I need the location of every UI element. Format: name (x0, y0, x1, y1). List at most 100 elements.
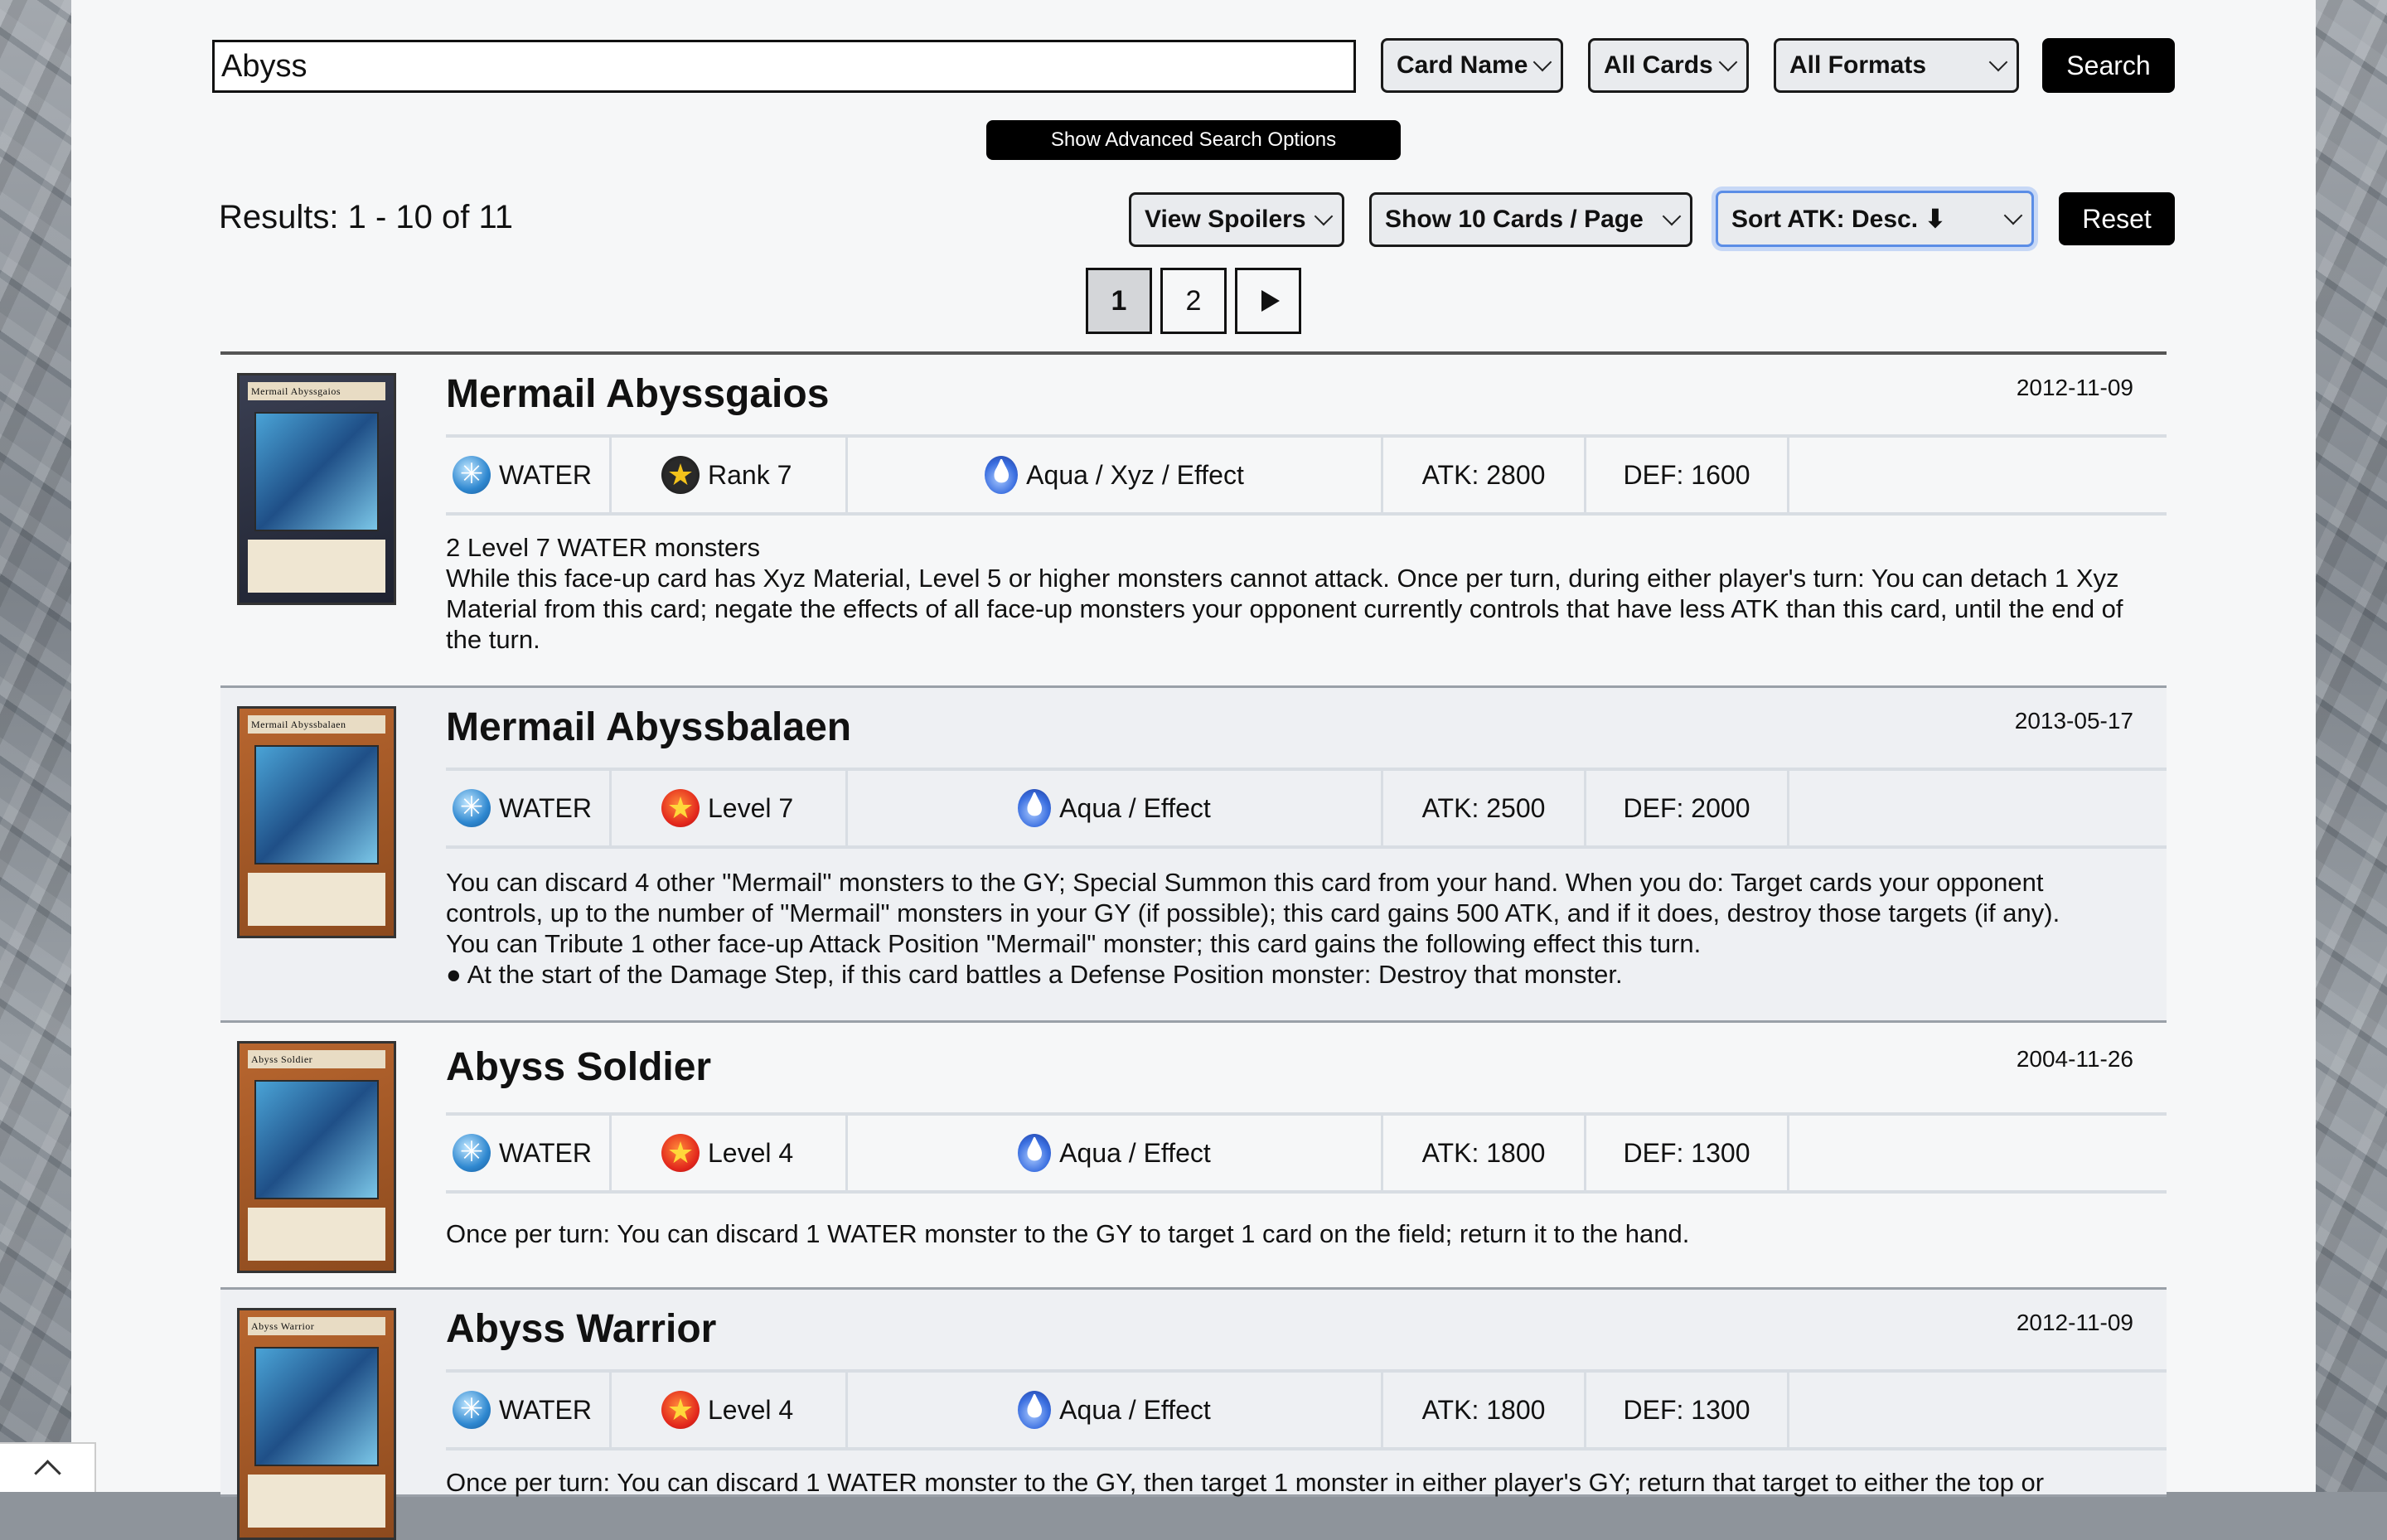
attribute-cell: WATER (446, 1373, 612, 1447)
category-select[interactable]: All Cards (1588, 38, 1749, 93)
type-cell: Aqua / Effect (848, 1116, 1383, 1190)
field-select[interactable]: Card Name (1381, 38, 1563, 93)
scroll-to-top-button[interactable] (0, 1442, 96, 1492)
card-row[interactable]: Mermail Abyssgaios Mermail Abyssgaios 20… (220, 355, 2167, 688)
type-label: Aqua / Xyz / Effect (1026, 459, 1244, 490)
field-select-label: Card Name (1397, 51, 1528, 79)
card-artwork (254, 745, 379, 864)
water-attribute-icon (453, 1391, 491, 1429)
card-list: Mermail Abyssgaios Mermail Abyssgaios 20… (220, 351, 2167, 1540)
page-button-1[interactable]: 1 (1086, 268, 1152, 334)
type-label: Aqua / Effect (1059, 1137, 1211, 1168)
attribute-label: WATER (499, 1137, 592, 1168)
level-cell: Rank 7 (612, 438, 848, 512)
attribute-cell: WATER (446, 1116, 612, 1190)
per-page-select-label: Show 10 Cards / Page (1385, 206, 1644, 233)
aqua-type-icon (1018, 1134, 1052, 1172)
type-cell: Aqua / Xyz / Effect (848, 438, 1383, 512)
card-image-textbox (248, 1475, 385, 1528)
level-cell: Level 4 (612, 1116, 848, 1190)
card-row[interactable]: Mermail Abyssbalaen Mermail Abyssbalaen … (220, 688, 2167, 1023)
water-attribute-icon (453, 456, 491, 494)
card-name[interactable]: Abyss Warrior (446, 1306, 716, 1352)
def-cell: DEF: 1300 (1586, 1373, 1789, 1447)
card-description-line: While this face-up card has Xyz Material… (446, 564, 2123, 654)
card-row[interactable]: Abyss Soldier Abyss Soldier 2004-11-26 W… (220, 1023, 2167, 1290)
level-star-icon (661, 789, 700, 827)
background-stone-right (2316, 0, 2387, 1492)
card-date: 2012-11-09 (2016, 375, 2133, 400)
level-cell: Level 7 (612, 771, 848, 845)
card-date: 2012-11-09 (2016, 1310, 2133, 1335)
water-attribute-icon (453, 1134, 491, 1172)
card-row[interactable]: Abyss Warrior Abyss Warrior 2012-11-09 W… (220, 1290, 2167, 1540)
card-description: 2 Level 7 WATER monsters While this face… (446, 532, 2125, 655)
level-label: Level 7 (708, 792, 794, 823)
play-icon (1261, 290, 1280, 312)
card-stats: WATER Level 4 Aqua / Effect ATK: 1800 DE… (446, 1369, 2167, 1450)
category-select-label: All Cards (1604, 51, 1713, 79)
atk-cell: ATK: 2800 (1383, 438, 1586, 512)
card-description-line: You can Tribute 1 other face-up Attack P… (446, 929, 1702, 958)
page-button-2[interactable]: 2 (1160, 268, 1227, 334)
sort-select-label: Sort ATK: Desc. ⬇ (1731, 205, 1946, 233)
def-cell: DEF: 1600 (1586, 438, 1789, 512)
level-cell: Level 4 (612, 1373, 848, 1447)
card-image[interactable]: Mermail Abyssbalaen (237, 706, 396, 938)
card-image-title: Mermail Abyssgaios (248, 382, 385, 400)
attribute-label: WATER (499, 792, 592, 823)
card-description: You can discard 4 other "Mermail" monste… (446, 867, 2125, 990)
chevron-down-icon (1662, 206, 1682, 226)
card-name[interactable]: Mermail Abyssbalaen (446, 705, 851, 750)
per-page-select[interactable]: Show 10 Cards / Page (1369, 192, 1692, 247)
atk-cell: ATK: 1800 (1383, 1373, 1586, 1447)
card-image[interactable]: Abyss Soldier (237, 1041, 396, 1273)
aqua-type-icon (1018, 1391, 1052, 1429)
level-label: Level 4 (708, 1394, 794, 1425)
level-label: Rank 7 (708, 459, 792, 490)
sort-select[interactable]: Sort ATK: Desc. ⬇ (1716, 191, 2034, 247)
card-description-line: Once per turn: You can discard 1 WATER m… (446, 1468, 2045, 1497)
card-description-line: You can discard 4 other "Mermail" monste… (446, 868, 2060, 927)
card-image[interactable]: Abyss Warrior (237, 1308, 396, 1540)
attribute-cell: WATER (446, 438, 612, 512)
card-image-title: Abyss Warrior (248, 1317, 385, 1335)
card-description-line: Once per turn: You can discard 1 WATER m… (446, 1219, 1690, 1248)
type-label: Aqua / Effect (1059, 792, 1211, 823)
search-input[interactable] (212, 40, 1356, 93)
card-description-line: ● At the start of the Damage Step, if th… (446, 960, 1623, 989)
next-page-button[interactable] (1235, 268, 1301, 334)
reset-button[interactable]: Reset (2059, 192, 2175, 245)
card-image-title: Abyss Soldier (248, 1050, 385, 1068)
chevron-down-icon (1532, 52, 1552, 72)
card-image-textbox (248, 1208, 385, 1261)
card-name[interactable]: Mermail Abyssgaios (446, 371, 829, 417)
chevron-down-icon (1718, 52, 1738, 72)
atk-cell: ATK: 2500 (1383, 771, 1586, 845)
view-select[interactable]: View Spoilers (1129, 192, 1344, 247)
card-image[interactable]: Mermail Abyssgaios (237, 373, 396, 605)
card-description: Once per turn: You can discard 1 WATER m… (446, 1467, 2125, 1498)
attribute-cell: WATER (446, 771, 612, 845)
attribute-label: WATER (499, 459, 592, 490)
view-select-label: View Spoilers (1145, 206, 1306, 233)
card-date: 2013-05-17 (2014, 708, 2133, 734)
card-image-title: Mermail Abyssbalaen (248, 715, 385, 734)
attribute-label: WATER (499, 1394, 592, 1425)
type-cell: Aqua / Effect (848, 1373, 1383, 1447)
card-image-textbox (248, 873, 385, 926)
card-name[interactable]: Abyss Soldier (446, 1044, 711, 1090)
atk-cell: ATK: 1800 (1383, 1116, 1586, 1190)
card-stats: WATER Level 7 Aqua / Effect ATK: 2500 DE… (446, 768, 2167, 849)
format-select[interactable]: All Formats (1774, 38, 2019, 93)
card-stats: WATER Rank 7 Aqua / Xyz / Effect ATK: 28… (446, 434, 2167, 516)
card-description: Once per turn: You can discard 1 WATER m… (446, 1218, 2125, 1249)
water-attribute-icon (453, 789, 491, 827)
advanced-search-toggle[interactable]: Show Advanced Search Options (986, 120, 1401, 160)
card-artwork (254, 412, 379, 531)
card-date: 2004-11-26 (2016, 1046, 2133, 1072)
search-button[interactable]: Search (2042, 38, 2175, 93)
type-label: Aqua / Effect (1059, 1394, 1211, 1425)
chevron-up-icon (33, 1459, 61, 1487)
aqua-type-icon (985, 456, 1019, 494)
